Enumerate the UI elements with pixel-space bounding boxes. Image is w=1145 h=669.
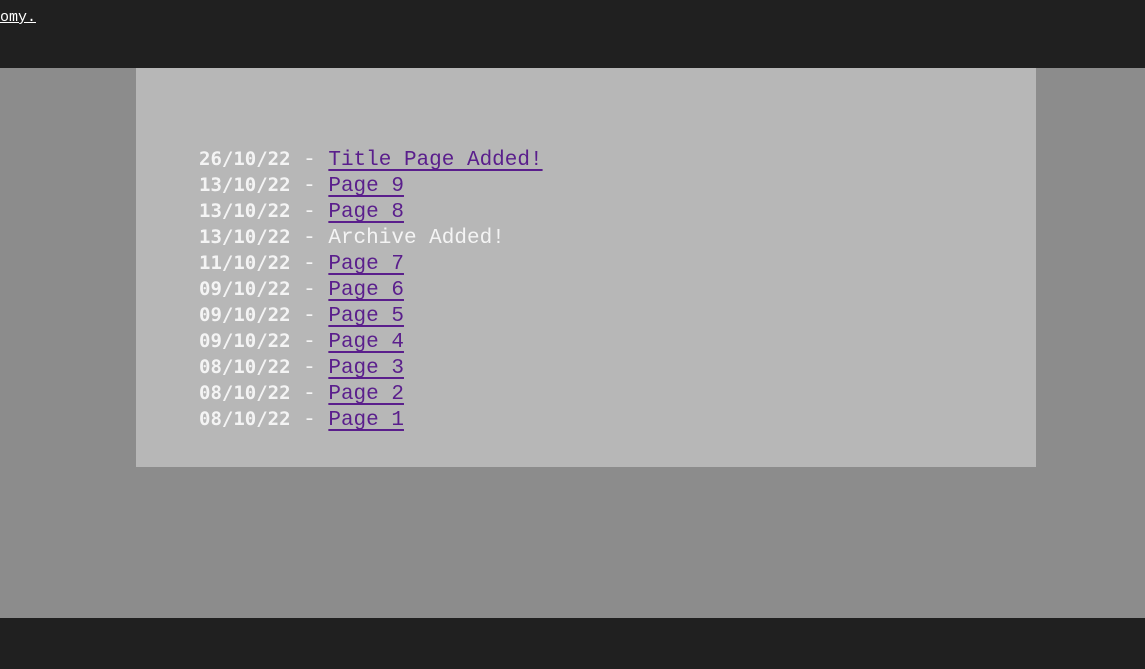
update-link[interactable]: Page 4	[328, 331, 404, 354]
update-date: 09/10/22	[199, 278, 291, 300]
update-item: 08/10/22 - Page 2	[199, 380, 543, 406]
update-item: 09/10/22 - Page 4	[199, 328, 543, 354]
update-link[interactable]: Page 8	[328, 201, 404, 224]
update-date: 09/10/22	[199, 330, 291, 352]
site-header: omy.	[0, 0, 1145, 68]
content-panel: 26/10/22 - Title Page Added! 13/10/22 - …	[136, 68, 1036, 467]
update-item: 13/10/22 - Archive Added!	[199, 224, 543, 250]
update-item: 13/10/22 - Page 9	[199, 172, 543, 198]
update-item: 11/10/22 - Page 7	[199, 250, 543, 276]
update-date: 13/10/22	[199, 226, 291, 248]
update-separator: -	[303, 227, 329, 250]
update-date: 11/10/22	[199, 252, 291, 274]
update-date: 13/10/22	[199, 174, 291, 196]
update-separator: -	[303, 383, 329, 406]
update-item: 26/10/22 - Title Page Added!	[199, 146, 543, 172]
update-date: 08/10/22	[199, 408, 291, 430]
site-footer	[0, 618, 1145, 669]
update-date: 09/10/22	[199, 304, 291, 326]
update-separator: -	[303, 331, 329, 354]
update-item: 09/10/22 - Page 5	[199, 302, 543, 328]
update-separator: -	[303, 357, 329, 380]
update-link[interactable]: Page 5	[328, 305, 404, 328]
header-link[interactable]: omy.	[0, 9, 36, 26]
update-text: Archive Added!	[328, 227, 505, 250]
update-separator: -	[303, 279, 329, 302]
update-separator: -	[303, 305, 329, 328]
update-separator: -	[303, 149, 329, 172]
update-date: 26/10/22	[199, 148, 291, 170]
update-date: 08/10/22	[199, 382, 291, 404]
update-link[interactable]: Page 9	[328, 175, 404, 198]
update-item: 08/10/22 - Page 1	[199, 406, 543, 432]
update-link[interactable]: Title Page Added!	[328, 149, 542, 172]
update-date: 13/10/22	[199, 200, 291, 222]
update-link[interactable]: Page 2	[328, 383, 404, 406]
update-item: 13/10/22 - Page 8	[199, 198, 543, 224]
update-separator: -	[303, 409, 329, 432]
update-item: 09/10/22 - Page 6	[199, 276, 543, 302]
update-link[interactable]: Page 3	[328, 357, 404, 380]
update-link[interactable]: Page 7	[328, 253, 404, 276]
update-separator: -	[303, 175, 329, 198]
update-separator: -	[303, 201, 329, 224]
update-link[interactable]: Page 1	[328, 409, 404, 432]
update-link[interactable]: Page 6	[328, 279, 404, 302]
update-date: 08/10/22	[199, 356, 291, 378]
update-separator: -	[303, 253, 329, 276]
updates-list: 26/10/22 - Title Page Added! 13/10/22 - …	[199, 146, 543, 432]
update-item: 08/10/22 - Page 3	[199, 354, 543, 380]
